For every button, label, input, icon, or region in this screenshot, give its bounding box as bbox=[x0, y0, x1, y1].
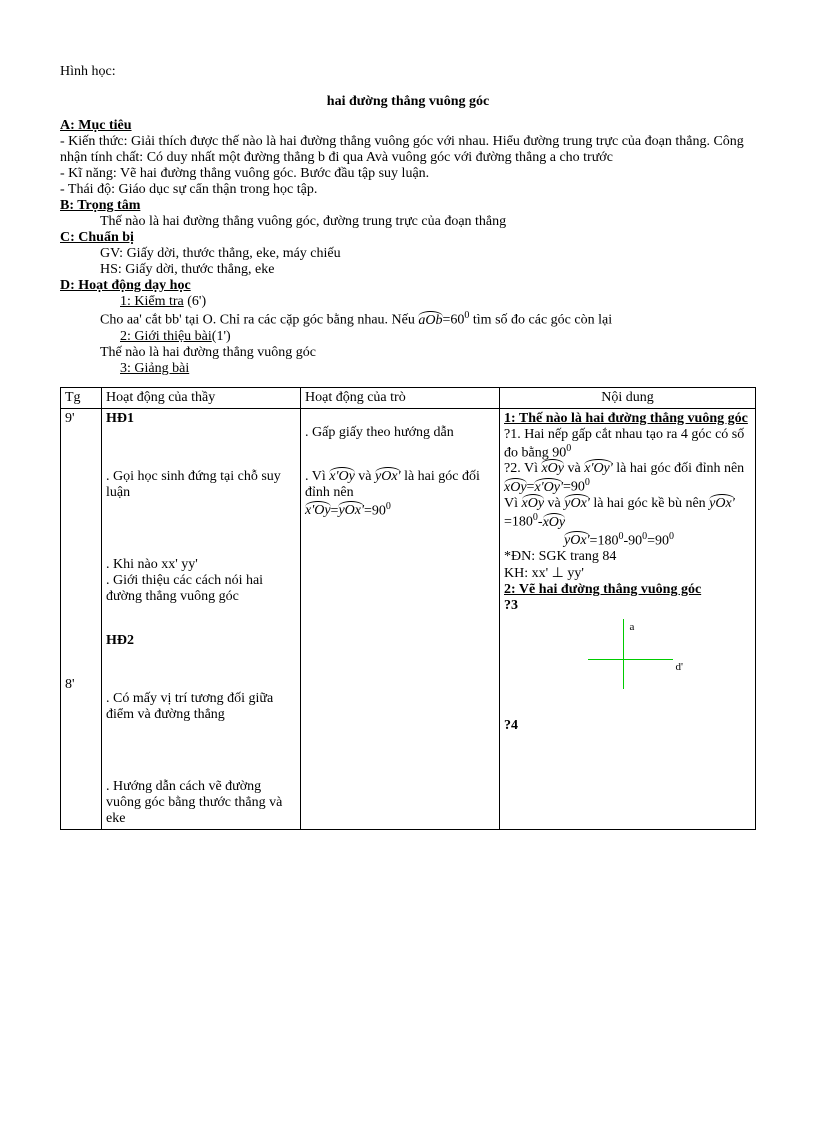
section-a-line1: - Kiến thức: Giải thích được thế nào là … bbox=[60, 134, 756, 166]
section-c-hs: HS: Giấy dời, thước thẳng, eke bbox=[100, 262, 756, 278]
table-header-row: Tg Hoạt động của thầy Hoạt động của trò … bbox=[61, 387, 756, 408]
header-teacher: Hoạt động của thầy bbox=[102, 387, 301, 408]
header-student: Hoạt động của trò bbox=[301, 387, 500, 408]
section-d-item1: 1: Kiểm tra (6') bbox=[120, 294, 756, 310]
section-d-header: D: Hoạt động dạy học bbox=[60, 278, 191, 293]
perpendicular-diagram: a d' bbox=[578, 619, 678, 699]
student-cell: . Gấp giấy theo hướng dẫn . Vì x'Oy và y… bbox=[301, 408, 500, 829]
subject-label: Hình học: bbox=[60, 64, 756, 80]
section-c-header: C: Chuẩn bị bbox=[60, 230, 134, 245]
header-content: Nội dung bbox=[500, 387, 756, 408]
table-row: 9' 8' HĐ1 . Gọi học sinh đứng tại chỗ su… bbox=[61, 408, 756, 829]
header-tg: Tg bbox=[61, 387, 102, 408]
section-a-line3: - Thái độ: Giáo dục sự cẩn thận trong họ… bbox=[60, 182, 756, 198]
page-title: hai đường thẳng vuông góc bbox=[60, 94, 756, 110]
section-c-gv: GV: Giấy dời, thước thẳng, eke, máy chiế… bbox=[100, 246, 756, 262]
section-b-header: B: Trọng tâm bbox=[60, 198, 140, 213]
section-d-item2-text: Thế nào là hai đường thẳng vuông góc bbox=[100, 345, 756, 361]
lesson-table: Tg Hoạt động của thầy Hoạt động của trò … bbox=[60, 387, 756, 830]
section-a-header: A: Mục tiêu bbox=[60, 118, 132, 133]
content-cell: 1: Thế nào là hai đường thẳng vuông góc … bbox=[500, 408, 756, 829]
tg-cell: 9' 8' bbox=[61, 408, 102, 829]
section-d-item3: 3: Giảng bài bbox=[120, 361, 756, 377]
section-d-item2: 2: Giới thiệu bài(1') bbox=[120, 329, 756, 345]
teacher-cell: HĐ1 . Gọi học sinh đứng tại chỗ suy luận… bbox=[102, 408, 301, 829]
section-a-line2: - Kĩ năng: Vẽ hai đường thẳng vuông góc.… bbox=[60, 166, 756, 182]
section-b-line: Thế nào là hai đường thẳng vuông góc, đư… bbox=[100, 214, 756, 230]
section-d-item1-text: Cho aa' cắt bb' tại O. Chỉ ra các cặp gó… bbox=[100, 310, 756, 329]
